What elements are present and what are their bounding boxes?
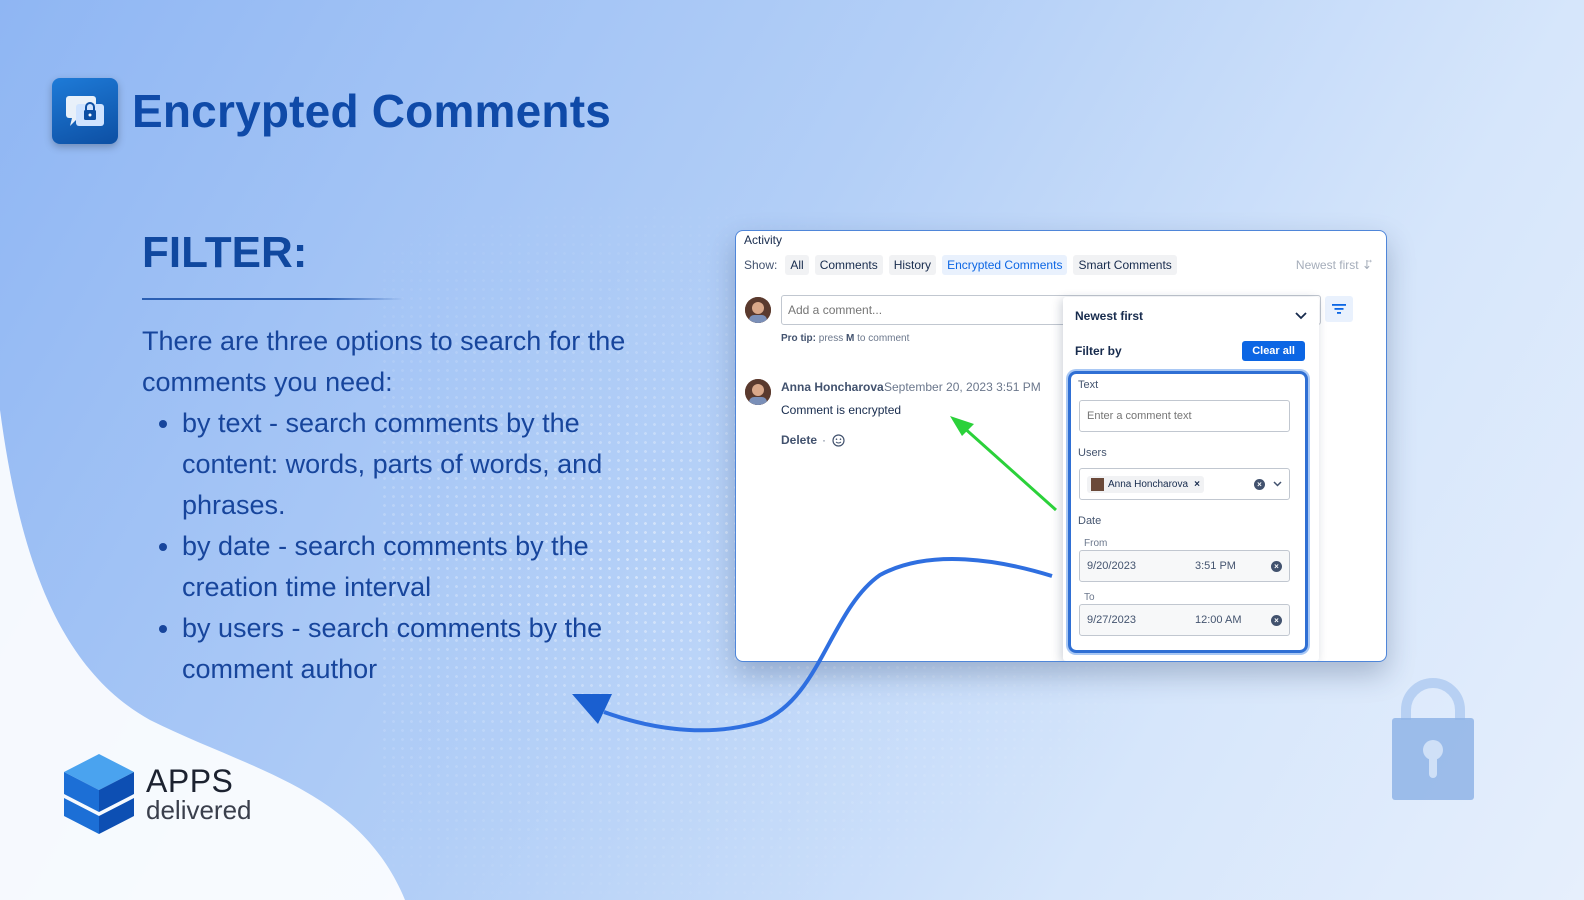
to-label: To — [1084, 592, 1095, 603]
encrypted-comments-logo-icon — [52, 78, 118, 144]
pro-tip-prefix: Pro tip: — [781, 333, 816, 344]
clear-all-button[interactable]: Clear all — [1242, 341, 1305, 361]
sort-select-value: Newest first — [1075, 309, 1144, 323]
tab-history[interactable]: History — [888, 255, 937, 275]
emoji-reaction-icon[interactable] — [832, 433, 845, 447]
feature-item-users: by users - search comments by the commen… — [182, 608, 662, 690]
comment-date: September 20, 2023 3:51 PM — [884, 380, 1041, 394]
filter-dropdown: Newest first Filter by Clear all Text Us… — [1063, 297, 1319, 661]
clear-from-date-icon[interactable]: × — [1271, 560, 1282, 572]
pro-tip-suffix: to comment — [857, 333, 910, 344]
filter-by-row: Filter by Clear all — [1075, 341, 1305, 361]
comment-author-avatar — [745, 379, 771, 405]
action-separator: · — [822, 433, 827, 447]
pro-tip-text: press — [818, 333, 844, 344]
text-filter-label: Text — [1078, 379, 1099, 391]
delete-comment-button[interactable]: Delete — [781, 433, 817, 447]
section-heading: FILTER: — [142, 228, 308, 277]
text-filter-input[interactable] — [1079, 400, 1290, 432]
comment-actions: Delete · — [781, 433, 845, 447]
tab-smart-comments[interactable]: Smart Comments — [1073, 255, 1177, 275]
from-time-value[interactable]: 3:51 PM — [1195, 560, 1267, 572]
activity-filter-tabs: Show: All Comments History Encrypted Com… — [744, 255, 1183, 275]
from-label: From — [1084, 538, 1108, 549]
user-chip-avatar — [1091, 477, 1104, 491]
filter-fields-highlight: Text Users Anna Honcharova × × Date From… — [1068, 371, 1308, 653]
clear-to-date-icon[interactable]: × — [1271, 614, 1282, 626]
logo-line-apps: APPS — [146, 763, 234, 799]
comment-body: Comment is encrypted — [781, 403, 902, 417]
pro-tip-key: M — [846, 333, 855, 344]
current-user-avatar — [745, 297, 771, 323]
heading-divider — [142, 298, 404, 300]
chevron-down-icon — [1295, 312, 1307, 320]
from-date-field[interactable]: 9/20/2023 3:51 PM × — [1079, 550, 1290, 582]
sort-select[interactable]: Newest first — [1075, 309, 1307, 323]
to-date-field[interactable]: 9/27/2023 12:00 AM × — [1079, 604, 1290, 636]
chevron-down-icon[interactable] — [1273, 481, 1282, 487]
feature-list: by text - search comments by the content… — [142, 403, 662, 690]
activity-panel: Activity Show: All Comments History Encr… — [735, 230, 1387, 662]
lock-icon — [1392, 678, 1474, 800]
feature-description: There are three options to search for th… — [142, 321, 662, 690]
activity-title: Activity — [744, 233, 783, 247]
tab-comments[interactable]: Comments — [814, 255, 883, 275]
users-filter-select[interactable]: Anna Honcharova × × — [1079, 468, 1290, 500]
selected-user-name: Anna Honcharova — [1108, 478, 1189, 490]
remove-user-icon[interactable]: × — [1194, 479, 1200, 490]
clear-users-icon[interactable]: × — [1254, 478, 1265, 490]
tab-all[interactable]: All — [785, 255, 809, 275]
users-filter-label: Users — [1078, 447, 1107, 459]
apps-delivered-logo: APPS delivered — [62, 752, 252, 836]
show-label: Show: — [744, 258, 778, 272]
filter-button[interactable] — [1325, 296, 1353, 322]
intro-text: There are three options to search for th… — [142, 326, 626, 397]
pro-tip: Pro tip: press M to comment — [781, 333, 909, 344]
comment-author[interactable]: Anna Honcharova — [781, 380, 884, 394]
app-title: Encrypted Comments — [132, 85, 612, 137]
cube-logo-icon — [64, 754, 134, 834]
app-header: Encrypted Comments — [52, 78, 611, 144]
tab-encrypted-comments[interactable]: Encrypted Comments — [942, 255, 1068, 275]
filter-by-label: Filter by — [1075, 344, 1122, 358]
logo-line-delivered: delivered — [146, 795, 252, 825]
selected-user-chip: Anna Honcharova × — [1087, 475, 1204, 493]
from-date-value[interactable]: 9/20/2023 — [1087, 560, 1195, 572]
feature-item-date: by date - search comments by the creatio… — [182, 526, 662, 608]
to-time-value[interactable]: 12:00 AM — [1195, 614, 1267, 626]
sort-order-toggle[interactable]: Newest first ↓⃗ — [1296, 258, 1372, 272]
feature-item-text: by text - search comments by the content… — [182, 403, 662, 526]
to-date-value[interactable]: 9/27/2023 — [1087, 614, 1195, 626]
date-filter-label: Date — [1078, 515, 1102, 527]
filter-icon — [1332, 304, 1346, 314]
